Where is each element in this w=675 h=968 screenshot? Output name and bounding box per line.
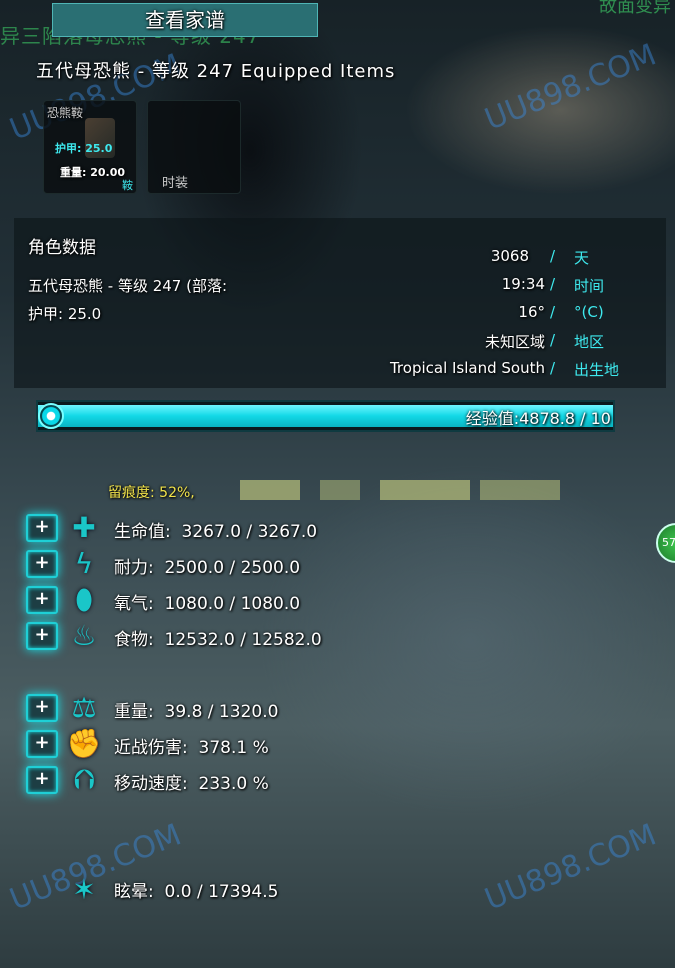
stat-name: 眩晕: bbox=[114, 882, 154, 902]
saddle-name: 恐熊鞍 bbox=[47, 106, 84, 120]
movement-stat: 移动速度: 233.0 % bbox=[114, 769, 269, 794]
stat-name: 耐力: bbox=[114, 558, 154, 578]
food-drumstick-icon: ♨ bbox=[71, 619, 97, 652]
top-right-text: 故面变异 bbox=[599, 0, 671, 17]
imprint-text: 留痕度: 52%, bbox=[108, 485, 195, 501]
redacted-block bbox=[380, 480, 470, 500]
view-ancestry-tab[interactable]: 查看家谱 bbox=[52, 3, 318, 37]
health-cross-icon: ✚ bbox=[72, 511, 96, 544]
info-label-days: 天 bbox=[574, 249, 590, 267]
slash: / bbox=[550, 303, 556, 321]
stat-value: 1080.0 / 1080.0 bbox=[164, 594, 301, 614]
add-weight-button[interactable]: + bbox=[26, 694, 58, 722]
saddle-armor: 护甲: 25.0 bbox=[55, 142, 113, 155]
stat-name: 移动速度: bbox=[114, 774, 188, 794]
slash: / bbox=[550, 331, 556, 349]
stat-value: 12532.0 / 12582.0 bbox=[164, 630, 322, 650]
redacted-block bbox=[480, 480, 560, 500]
experience-text: 经验值:4878.8 / 10 bbox=[465, 409, 611, 428]
armor-line: 护甲: 25.0 bbox=[28, 305, 102, 323]
torpor-stat: 眩晕: 0.0 / 17394.5 bbox=[114, 877, 278, 902]
stat-value: 39.8 / 1320.0 bbox=[164, 702, 279, 722]
add-movement-button[interactable]: + bbox=[26, 766, 58, 794]
stat-value: 378.1 % bbox=[198, 738, 269, 758]
oxygen-tank-icon: ⬮ bbox=[75, 583, 93, 616]
info-label-time: 时间 bbox=[574, 277, 605, 295]
info-label-region: 地区 bbox=[574, 333, 605, 351]
redacted-block bbox=[320, 480, 360, 500]
stat-name: 食物: bbox=[114, 630, 154, 650]
info-value-birthplace: Tropical Island South bbox=[389, 359, 545, 377]
skin-slot-label: 时装 bbox=[162, 176, 189, 191]
stat-name: 生命值: bbox=[114, 522, 171, 542]
add-melee-button[interactable]: + bbox=[26, 730, 58, 758]
section-title: 角色数据 bbox=[28, 238, 96, 258]
slash: / bbox=[550, 359, 556, 377]
watermark: UU898.COM bbox=[480, 37, 662, 138]
slash: / bbox=[550, 247, 556, 265]
stat-name: 近战伤害: bbox=[114, 738, 188, 758]
melee-stat: 近战伤害: 378.1 % bbox=[114, 733, 269, 758]
weight-icon: ⚖ bbox=[71, 691, 97, 724]
add-oxygen-button[interactable]: + bbox=[26, 586, 58, 614]
stat-value: 2500.0 / 2500.0 bbox=[164, 558, 301, 578]
info-value-region: 未知区域 bbox=[484, 333, 545, 351]
weight-stat: 重量: 39.8 / 1320.0 bbox=[114, 697, 278, 722]
torpor-stars-icon: ✶ bbox=[72, 873, 96, 906]
creature-title: 五代母恐熊 - 等级 247 Equipped Items bbox=[36, 61, 396, 82]
info-label-temperature: °(C) bbox=[574, 303, 604, 321]
health-stat: 生命值: 3267.0 / 3267.0 bbox=[114, 517, 317, 542]
add-health-button[interactable]: + bbox=[26, 514, 58, 542]
watermark: UU898.COM bbox=[480, 817, 662, 918]
food-stat: 食物: 12532.0 / 12582.0 bbox=[114, 625, 322, 650]
redacted-block bbox=[240, 480, 300, 500]
movement-foot-icon: ⮉ bbox=[73, 763, 95, 796]
melee-fist-icon: ✊ bbox=[66, 727, 102, 760]
oxygen-stat: 氧气: 1080.0 / 1080.0 bbox=[114, 589, 300, 614]
saddle-tag: 鞍 bbox=[122, 179, 133, 192]
stat-value: 3267.0 / 3267.0 bbox=[181, 522, 318, 542]
experience-knob-icon bbox=[38, 403, 64, 429]
slash: / bbox=[550, 275, 556, 293]
stamina-lightning-icon: ϟ bbox=[74, 547, 94, 580]
info-value-days: 3068 bbox=[490, 247, 529, 265]
stat-value: 0.0 / 17394.5 bbox=[164, 882, 279, 902]
saddle-weight: 重量: 20.00 bbox=[60, 166, 126, 179]
creature-info-line: 五代母恐熊 - 等级 247 (部落: bbox=[28, 277, 228, 295]
add-food-button[interactable]: + bbox=[26, 622, 58, 650]
stat-value: 233.0 % bbox=[198, 774, 269, 794]
info-value-temperature: 16° bbox=[518, 303, 545, 321]
stamina-stat: 耐力: 2500.0 / 2500.0 bbox=[114, 553, 300, 578]
stat-name: 氧气: bbox=[114, 594, 154, 614]
stat-name: 重量: bbox=[114, 702, 154, 722]
add-stamina-button[interactable]: + bbox=[26, 550, 58, 578]
side-badge[interactable]: 57 bbox=[656, 523, 675, 563]
character-stats-panel bbox=[14, 218, 666, 388]
info-value-time: 19:34 bbox=[501, 275, 545, 293]
info-label-birthplace: 出生地 bbox=[574, 361, 620, 379]
